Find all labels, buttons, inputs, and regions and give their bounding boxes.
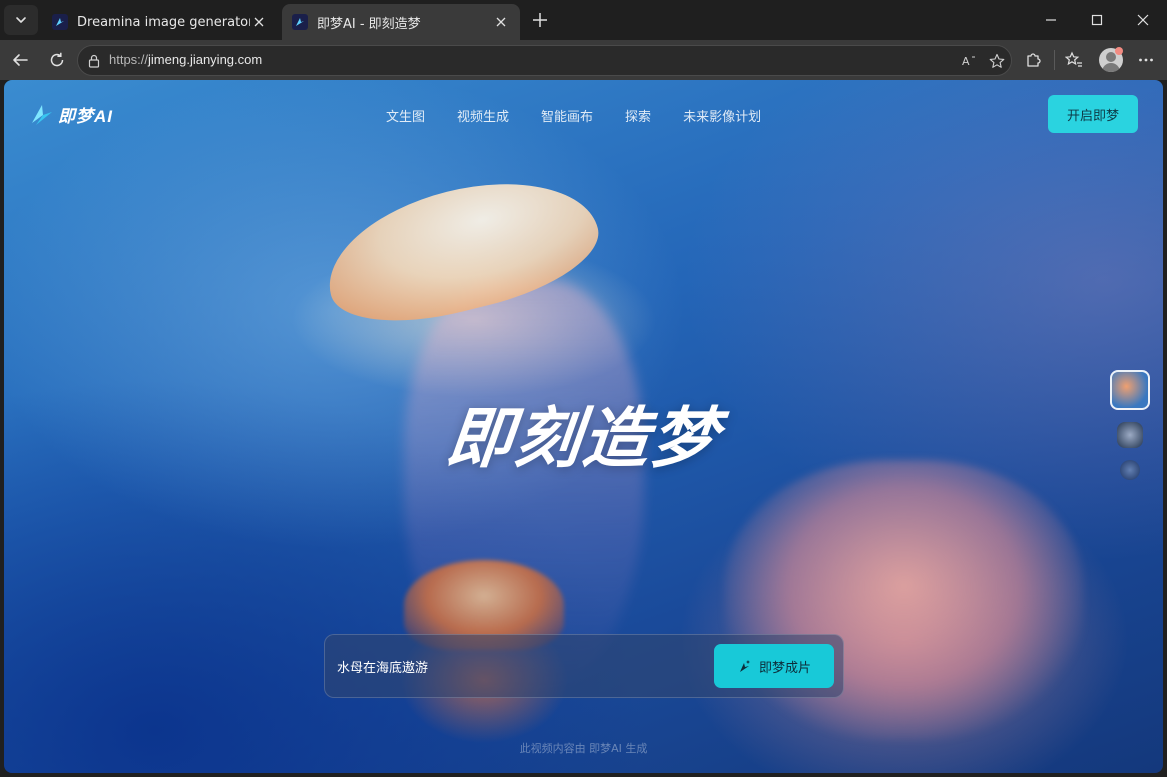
nav-text-to-image[interactable]: 文生图 — [386, 106, 425, 125]
url-text: https://jimeng.jianying.com — [109, 52, 262, 67]
tab-actions-button[interactable] — [4, 5, 38, 35]
nav-smart-canvas[interactable]: 智能画布 — [541, 106, 593, 125]
maximize-button[interactable] — [1074, 0, 1120, 40]
jimeng-logo-icon — [32, 104, 52, 125]
url-protocol: https:// — [109, 52, 149, 67]
pink-jellyfish-image — [724, 460, 1084, 740]
minimize-button[interactable] — [1028, 0, 1074, 40]
favorites-button[interactable] — [1060, 46, 1088, 74]
nav-future-vision-plan[interactable]: 未来影像计划 — [683, 106, 761, 125]
maximize-icon — [1091, 14, 1103, 26]
jimeng-favicon-icon — [292, 14, 308, 30]
video-thumbnail[interactable] — [1110, 370, 1150, 410]
nav-video-generation[interactable]: 视频生成 — [457, 106, 509, 125]
start-jimeng-button[interactable]: 开启即梦 — [1048, 95, 1138, 133]
tab-title: Dreamina image generator & video generat… — [77, 14, 250, 30]
title-bar: Dreamina image generator & video generat… — [0, 0, 1167, 40]
jimeng-favicon-icon — [52, 14, 68, 30]
extensions-button[interactable] — [1019, 46, 1047, 74]
plus-icon — [533, 13, 547, 27]
video-thumbnail[interactable] — [1120, 460, 1140, 480]
close-tab-icon[interactable] — [492, 13, 510, 31]
tab-title: 即梦AI - 即刻造梦 — [317, 16, 421, 32]
logo-text: 即梦AI — [58, 107, 113, 126]
jimeng-logo[interactable]: 即梦AI — [30, 102, 113, 127]
prompt-text: 水母在海底遨游 — [337, 661, 429, 676]
generate-button-label: 即梦成片 — [758, 660, 811, 676]
tab-jimeng[interactable]: 即梦AI - 即刻造梦 — [282, 4, 520, 40]
svg-text:A: A — [962, 55, 970, 68]
favorite-star-icon[interactable] — [988, 52, 1006, 70]
toolbar-separator — [1054, 50, 1055, 70]
arrow-left-icon — [13, 54, 28, 66]
close-tab-icon[interactable] — [250, 13, 268, 31]
main-nav: 文生图 视频生成 智能画布 探索 未来影像计划 — [386, 106, 793, 125]
video-thumbnail[interactable] — [1117, 422, 1143, 448]
prompt-card: 水母在海底遨游 即梦成片 — [324, 634, 844, 698]
nav-explore[interactable]: 探索 — [625, 106, 651, 125]
avatar-body — [1102, 63, 1120, 72]
page-viewport: 即梦AI 文生图 视频生成 智能画布 探索 未来影像计划 开启即梦 即刻造梦 水… — [4, 80, 1163, 773]
close-icon — [1137, 14, 1149, 26]
refresh-icon — [50, 52, 64, 67]
ai-generated-note: 此视频内容由 即梦AI 生成 — [519, 742, 648, 755]
hero-title: 即刻造梦 — [442, 400, 723, 477]
generate-button[interactable]: 即梦成片 — [714, 644, 834, 688]
refresh-button[interactable] — [43, 46, 71, 74]
lock-icon[interactable] — [85, 52, 103, 70]
tab-dreamina[interactable]: Dreamina image generator & video generat… — [42, 4, 278, 40]
ellipsis-icon — [1139, 58, 1153, 62]
url-host: jimeng.jianying.com — [148, 52, 263, 67]
close-window-button[interactable] — [1120, 0, 1166, 40]
more-menu-button[interactable] — [1132, 46, 1160, 74]
new-tab-button[interactable] — [528, 8, 552, 32]
avatar-head — [1106, 52, 1116, 62]
chevron-down-icon — [16, 17, 26, 23]
profile-notification-dot — [1115, 47, 1123, 55]
puzzle-icon — [1027, 53, 1041, 67]
minimize-icon — [1046, 19, 1056, 21]
address-bar[interactable]: https://jimeng.jianying.com A — [77, 45, 1012, 76]
favorites-list-icon — [1065, 51, 1082, 67]
sparkle-icon — [739, 660, 750, 672]
read-aloud-icon[interactable]: A — [960, 52, 978, 70]
back-button[interactable] — [6, 46, 34, 74]
